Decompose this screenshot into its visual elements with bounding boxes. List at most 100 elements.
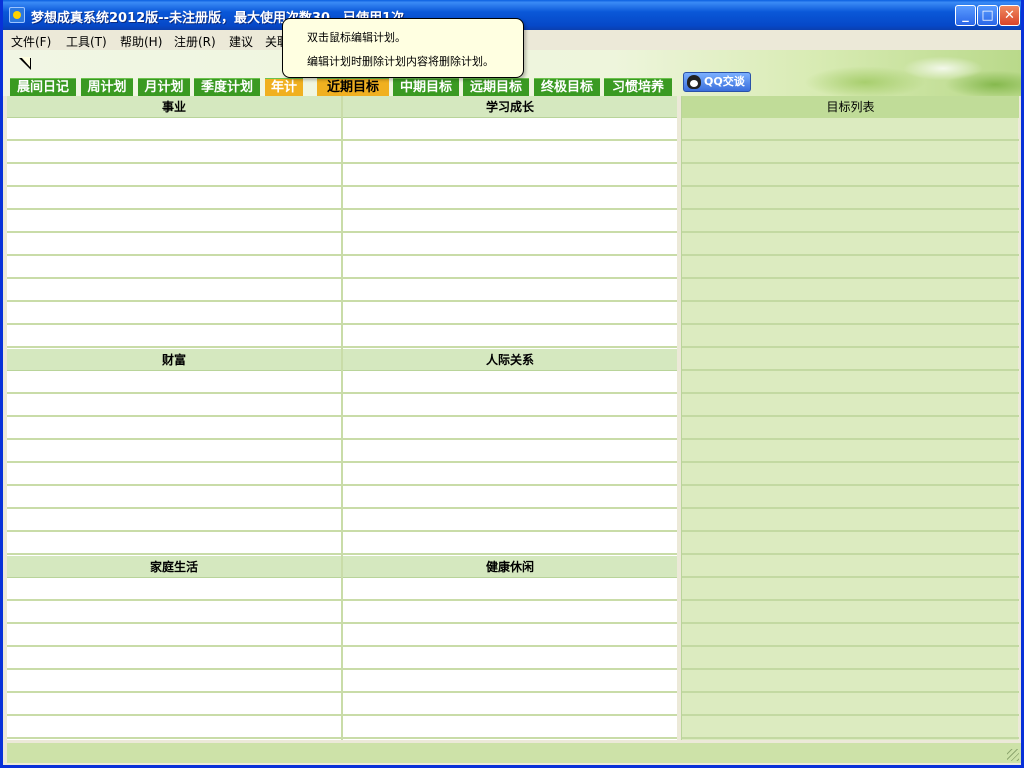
plan-cell[interactable] [343, 210, 677, 233]
menu-tools[interactable]: 工具(T) [66, 33, 107, 50]
menu-help[interactable]: 帮助(H) [120, 33, 162, 50]
plan-cell[interactable] [343, 463, 677, 486]
plan-cell[interactable] [343, 670, 677, 693]
plan-cell[interactable] [343, 164, 677, 187]
plan-cell[interactable] [7, 624, 341, 647]
plan-cell[interactable] [7, 233, 341, 256]
plan-cell[interactable] [343, 302, 677, 325]
plan-cell[interactable] [343, 440, 677, 463]
plan-cell[interactable] [7, 647, 341, 670]
plan-cell[interactable] [7, 463, 341, 486]
maximize-button[interactable]: □ [977, 5, 998, 26]
plan-cell[interactable] [7, 440, 341, 463]
goal-list-row[interactable] [682, 233, 1019, 256]
plan-cell[interactable] [343, 624, 677, 647]
plan-cell[interactable] [343, 256, 677, 279]
resize-grip-icon[interactable] [1007, 749, 1019, 761]
plan-cell[interactable] [7, 256, 341, 279]
goal-list-row[interactable] [682, 463, 1019, 486]
plan-cell[interactable] [7, 141, 341, 164]
plan-cell[interactable] [7, 417, 341, 440]
plan-cell[interactable] [7, 187, 341, 210]
plan-cell[interactable] [343, 509, 677, 532]
plan-cell[interactable] [7, 509, 341, 532]
plan-cell[interactable] [7, 693, 341, 716]
plan-cell[interactable] [343, 647, 677, 670]
goal-list-row[interactable] [682, 716, 1019, 739]
goal-list-row[interactable] [682, 647, 1019, 670]
goal-list-row[interactable] [682, 164, 1019, 187]
plan-cell[interactable] [343, 532, 677, 555]
plan-cell[interactable] [7, 486, 341, 509]
app-icon [9, 7, 25, 23]
goal-list-row[interactable] [682, 279, 1019, 302]
goal-list-row[interactable] [682, 555, 1019, 578]
goal-list-row[interactable] [682, 624, 1019, 647]
plan-cell[interactable] [343, 233, 677, 256]
plan-cell[interactable] [343, 601, 677, 624]
goal-list-row[interactable] [682, 325, 1019, 348]
tab-long-goals[interactable]: 远期目标 [463, 78, 529, 96]
goal-list-row[interactable] [682, 601, 1019, 624]
close-button[interactable]: ✕ [999, 5, 1020, 26]
minimize-button[interactable]: _ [955, 5, 976, 26]
menu-file[interactable]: 文件(F) [11, 33, 51, 50]
plan-cell[interactable] [343, 371, 677, 394]
tab-quarter-plan[interactable]: 季度计划 [194, 78, 260, 96]
plan-cell[interactable] [343, 118, 677, 141]
tab-near-goals[interactable]: 近期目标 [317, 78, 389, 96]
plan-cell[interactable] [7, 601, 341, 624]
plan-cell[interactable] [343, 486, 677, 509]
goal-list-row[interactable] [682, 693, 1019, 716]
goal-list-row[interactable] [682, 256, 1019, 279]
plan-cell[interactable] [7, 164, 341, 187]
goal-list-row[interactable] [682, 371, 1019, 394]
goal-list-row[interactable] [682, 348, 1019, 371]
goal-list-row[interactable] [682, 210, 1019, 233]
plan-cell[interactable] [7, 532, 341, 555]
plan-cell[interactable] [7, 371, 341, 394]
goal-list-row[interactable] [682, 578, 1019, 601]
goal-list-row[interactable] [682, 417, 1019, 440]
goal-list-row[interactable] [682, 440, 1019, 463]
tab-habit-building[interactable]: 习惯培养 [604, 78, 672, 96]
plan-cell[interactable] [343, 141, 677, 164]
plan-cell[interactable] [7, 578, 341, 601]
section-career-header: 事业 [7, 96, 341, 118]
plan-cell[interactable] [7, 394, 341, 417]
qq-chat-button[interactable]: QQ交谈 [683, 72, 751, 92]
goal-list-row[interactable] [682, 486, 1019, 509]
goal-list-row[interactable] [682, 532, 1019, 555]
menu-suggest[interactable]: 建议 [229, 33, 253, 50]
goal-list-row[interactable] [682, 118, 1019, 141]
goal-list-row[interactable] [682, 509, 1019, 532]
tab-ultimate-goals[interactable]: 终极目标 [534, 78, 600, 96]
goal-list-row[interactable] [682, 141, 1019, 164]
plan-cell[interactable] [7, 716, 341, 739]
plan-cell[interactable] [7, 302, 341, 325]
plan-cell[interactable] [343, 187, 677, 210]
tab-week-plan[interactable]: 周计划 [81, 78, 133, 96]
tab-year-plan[interactable]: 年计 [265, 78, 303, 96]
goal-list-row[interactable] [682, 187, 1019, 210]
plan-cell[interactable] [343, 325, 677, 348]
plan-cell[interactable] [343, 417, 677, 440]
plan-cell[interactable] [343, 716, 677, 739]
qq-chat-label: QQ交谈 [704, 75, 745, 88]
plan-cell[interactable] [7, 118, 341, 141]
plan-cell[interactable] [7, 210, 341, 233]
plan-cell[interactable] [343, 693, 677, 716]
goal-list-row[interactable] [682, 394, 1019, 417]
plan-cell[interactable] [7, 670, 341, 693]
goal-list-row[interactable] [682, 302, 1019, 325]
plan-cell[interactable] [343, 279, 677, 302]
goal-list-row[interactable] [682, 670, 1019, 693]
tab-month-plan[interactable]: 月计划 [138, 78, 190, 96]
tab-mid-goals[interactable]: 中期目标 [393, 78, 459, 96]
plan-cell[interactable] [343, 394, 677, 417]
plan-cell[interactable] [7, 325, 341, 348]
plan-cell[interactable] [343, 578, 677, 601]
menu-register[interactable]: 注册(R) [174, 33, 216, 50]
plan-cell[interactable] [7, 279, 341, 302]
tab-morning-diary[interactable]: 晨间日记 [10, 78, 76, 96]
